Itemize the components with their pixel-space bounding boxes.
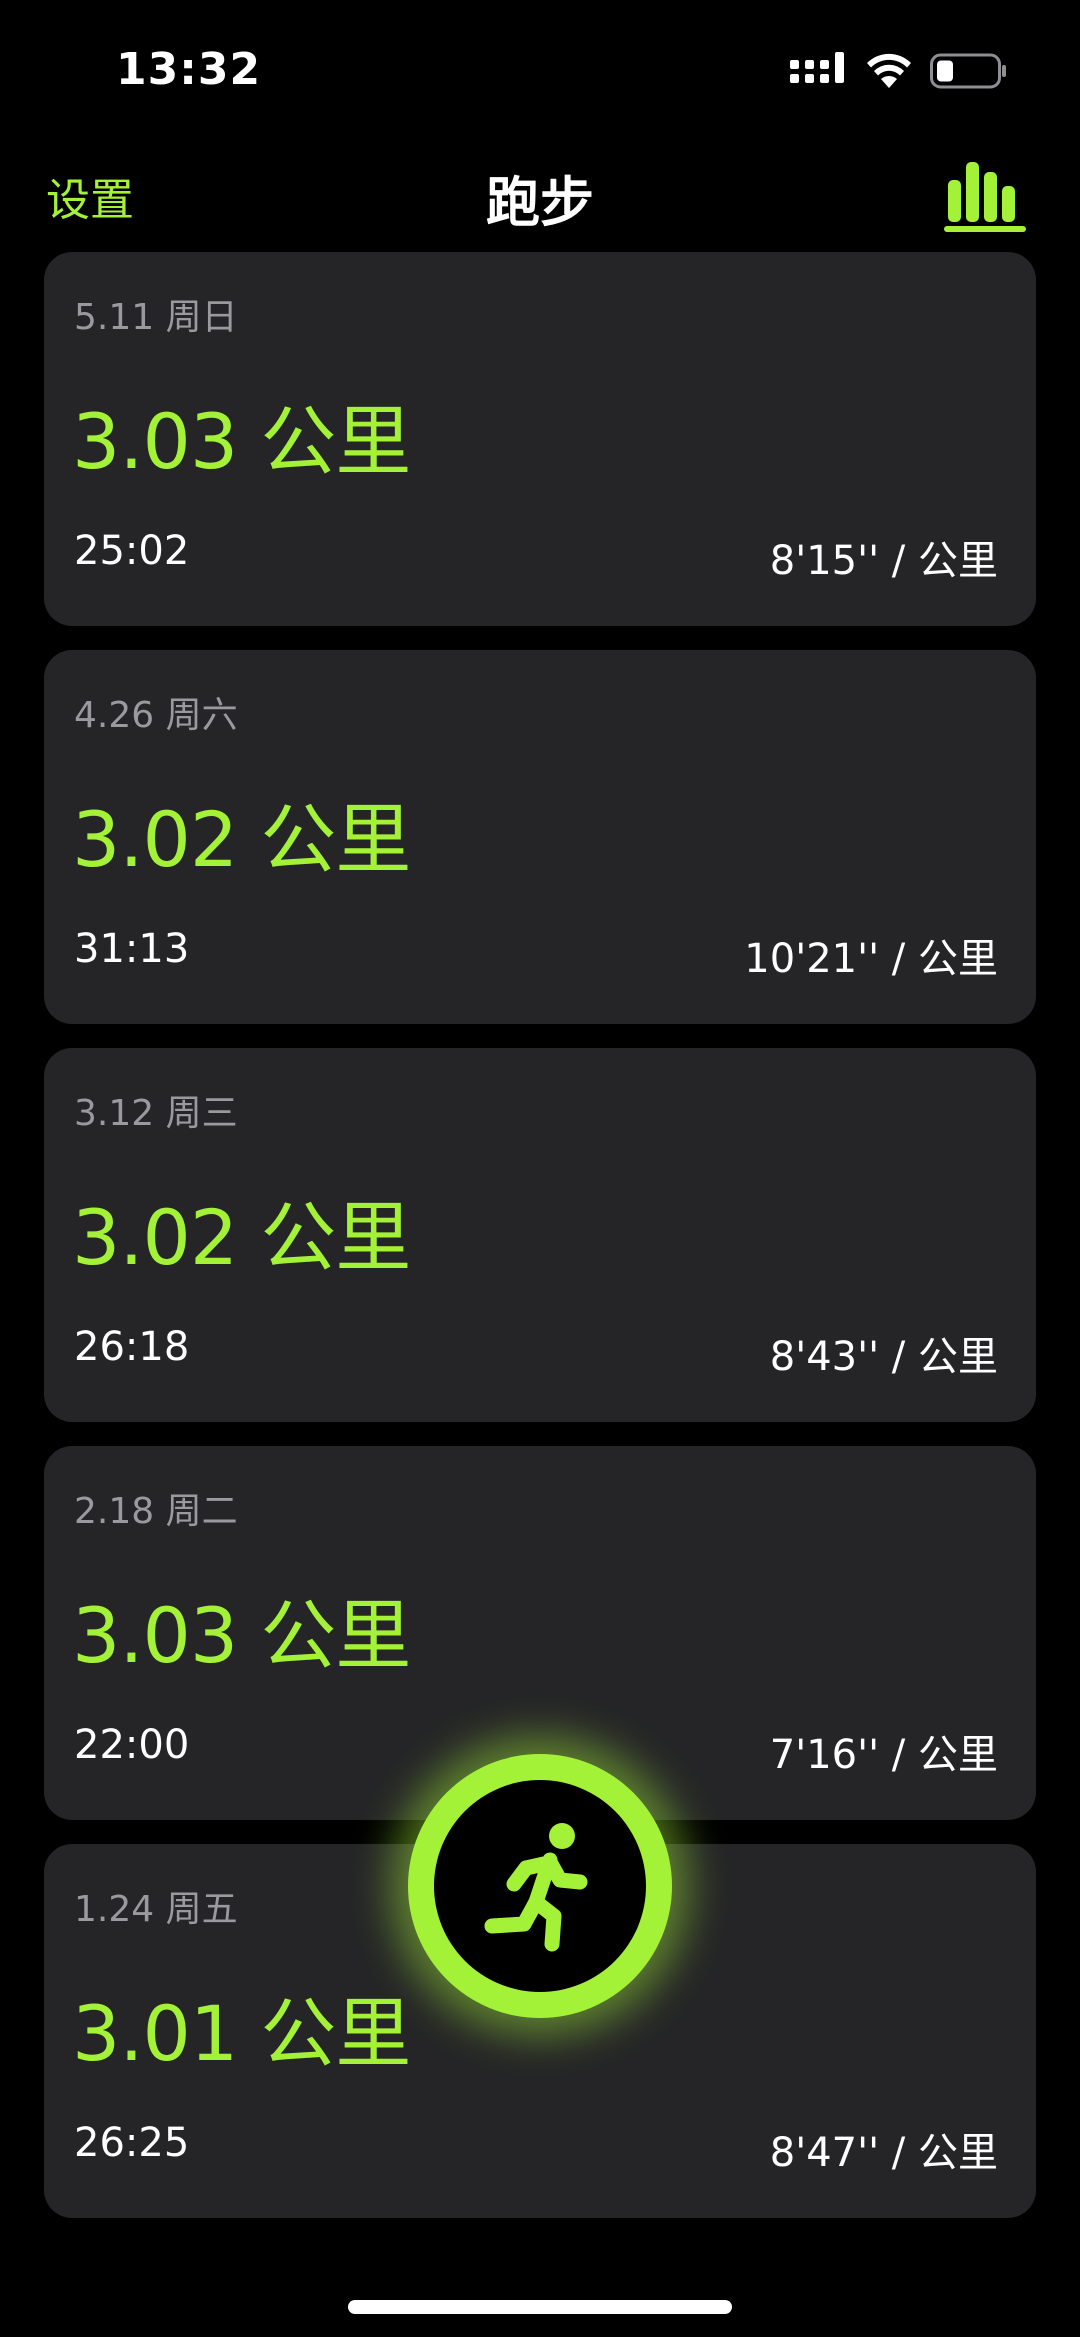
runner-icon: [484, 1823, 588, 1952]
workout-date: 3.12 周三: [74, 1093, 238, 1134]
workout-duration: 31:13: [74, 926, 190, 972]
status-time: 13:32: [116, 44, 262, 95]
page-title: 跑步: [486, 171, 594, 234]
workout-distance: 3.02 公里: [72, 795, 411, 884]
bar-chart-icon[interactable]: [944, 150, 1028, 234]
start-run-button[interactable]: [408, 1754, 672, 2018]
workout-date: 1.24 周五: [74, 1889, 238, 1930]
workout-distance: 3.03 公里: [72, 397, 411, 486]
workout-card[interactable]: 4.26 周六 3.02 公里 31:13 10'21'' / 公里: [44, 650, 1036, 1024]
workout-duration: 25:02: [74, 528, 190, 574]
workout-duration: 26:25: [74, 2120, 190, 2166]
workout-pace: 10'21'' / 公里: [744, 936, 998, 982]
signal-icon: [790, 52, 844, 83]
workout-pace: 8'47'' / 公里: [769, 2130, 998, 2176]
start-button-inner: [434, 1780, 646, 1992]
workout-distance: 3.03 公里: [72, 1591, 411, 1680]
workout-card[interactable]: 5.11 周日 3.03 公里 25:02 8'15'' / 公里: [44, 252, 1036, 626]
workout-distance: 3.01 公里: [72, 1989, 411, 2078]
workout-pace: 8'15'' / 公里: [769, 538, 998, 584]
battery-icon: [930, 53, 1006, 89]
workout-duration: 26:18: [74, 1324, 190, 1370]
status-bar: 13:32: [0, 0, 1080, 140]
workout-date: 4.26 周六: [74, 695, 238, 736]
workout-date: 2.18 周二: [74, 1491, 238, 1532]
wifi-icon: [867, 53, 911, 88]
workout-pace: 7'16'' / 公里: [769, 1732, 998, 1778]
workout-pace: 8'43'' / 公里: [769, 1334, 998, 1380]
workout-card[interactable]: 3.12 周三 3.02 公里 26:18 8'43'' / 公里: [44, 1048, 1036, 1422]
nav-bar: 设置 跑步: [0, 140, 1080, 250]
home-indicator[interactable]: [348, 2300, 732, 2314]
workout-date: 5.11 周日: [74, 297, 238, 338]
workout-distance: 3.02 公里: [72, 1193, 411, 1282]
workout-duration: 22:00: [74, 1722, 190, 1768]
